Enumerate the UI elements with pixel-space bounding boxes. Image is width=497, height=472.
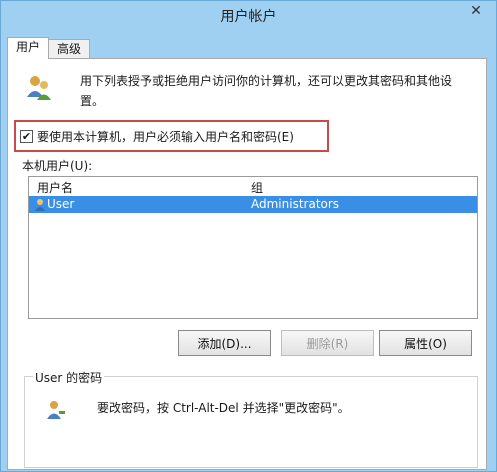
- table-row[interactable]: User Administrators: [29, 196, 477, 213]
- tab-users[interactable]: 用户: [7, 37, 50, 59]
- row-group: Administrators: [251, 197, 340, 211]
- require-login-checkbox[interactable]: ✔: [20, 129, 33, 143]
- window-title: 用户帐户: [220, 9, 277, 25]
- require-login-highlight: ✔ 要使用本计算机，用户必须输入用户名和密码(E): [14, 120, 329, 152]
- user-icon: [35, 199, 45, 211]
- tab-strip: 用户 高级: [7, 37, 91, 59]
- add-button[interactable]: 添加(D)...: [178, 330, 271, 356]
- remove-button[interactable]: 删除(R): [281, 330, 374, 356]
- properties-button[interactable]: 属性(O): [379, 330, 472, 356]
- user-key-icon: [47, 401, 65, 419]
- password-group-title: User 的密码: [33, 369, 105, 386]
- intro-description: 用下列表授予或拒绝用户访问你的计算机，还可以更改其密码和其他设置。: [80, 74, 453, 108]
- list-header: 用户名 组: [29, 177, 477, 195]
- users-listview[interactable]: 用户名 组 User Administrators: [28, 176, 478, 319]
- row-username: User: [47, 197, 75, 211]
- column-header-group[interactable]: 组: [251, 179, 263, 196]
- users-list-label: 本机用户(U):: [22, 159, 93, 173]
- close-button[interactable]: ✕: [462, 1, 490, 21]
- close-icon: ✕: [470, 3, 482, 19]
- users-icon: [27, 76, 51, 100]
- users-tab-panel: 用下列表授予或拒绝用户访问你的计算机，还可以更改其密码和其他设置。 ✔ 要使用本…: [7, 58, 487, 470]
- column-header-username[interactable]: 用户名: [37, 179, 73, 196]
- user-accounts-window: 用户帐户 ✕ 用户 高级 用下列表授予或拒绝用户访问你的计算机，还可以更改其密码…: [0, 0, 497, 472]
- password-instructions: 要改密码，按 Ctrl-Alt-Del 并选择"更改密码"。: [97, 401, 350, 415]
- checkmark-icon: ✔: [21, 129, 32, 143]
- require-login-label[interactable]: 要使用本计算机，用户必须输入用户名和密码(E): [37, 128, 294, 145]
- password-group: User 的密码 要改密码，按 Ctrl-Alt-Del 并选择"更改密码"。: [24, 369, 478, 468]
- title-bar[interactable]: 用户帐户 ✕: [1, 1, 496, 29]
- tab-advanced[interactable]: 高级: [48, 39, 91, 59]
